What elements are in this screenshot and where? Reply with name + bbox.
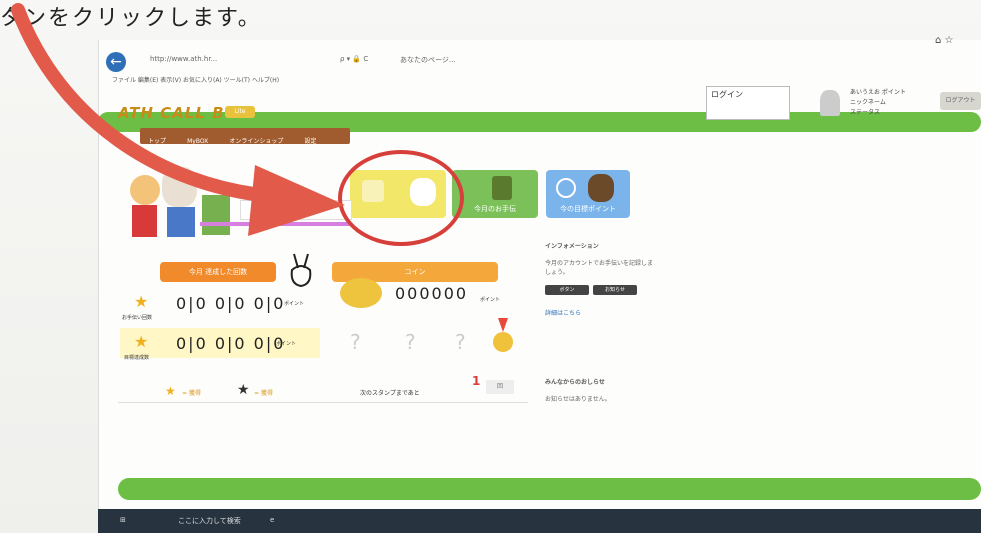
red-arrow-annotation bbox=[11, 3, 345, 236]
